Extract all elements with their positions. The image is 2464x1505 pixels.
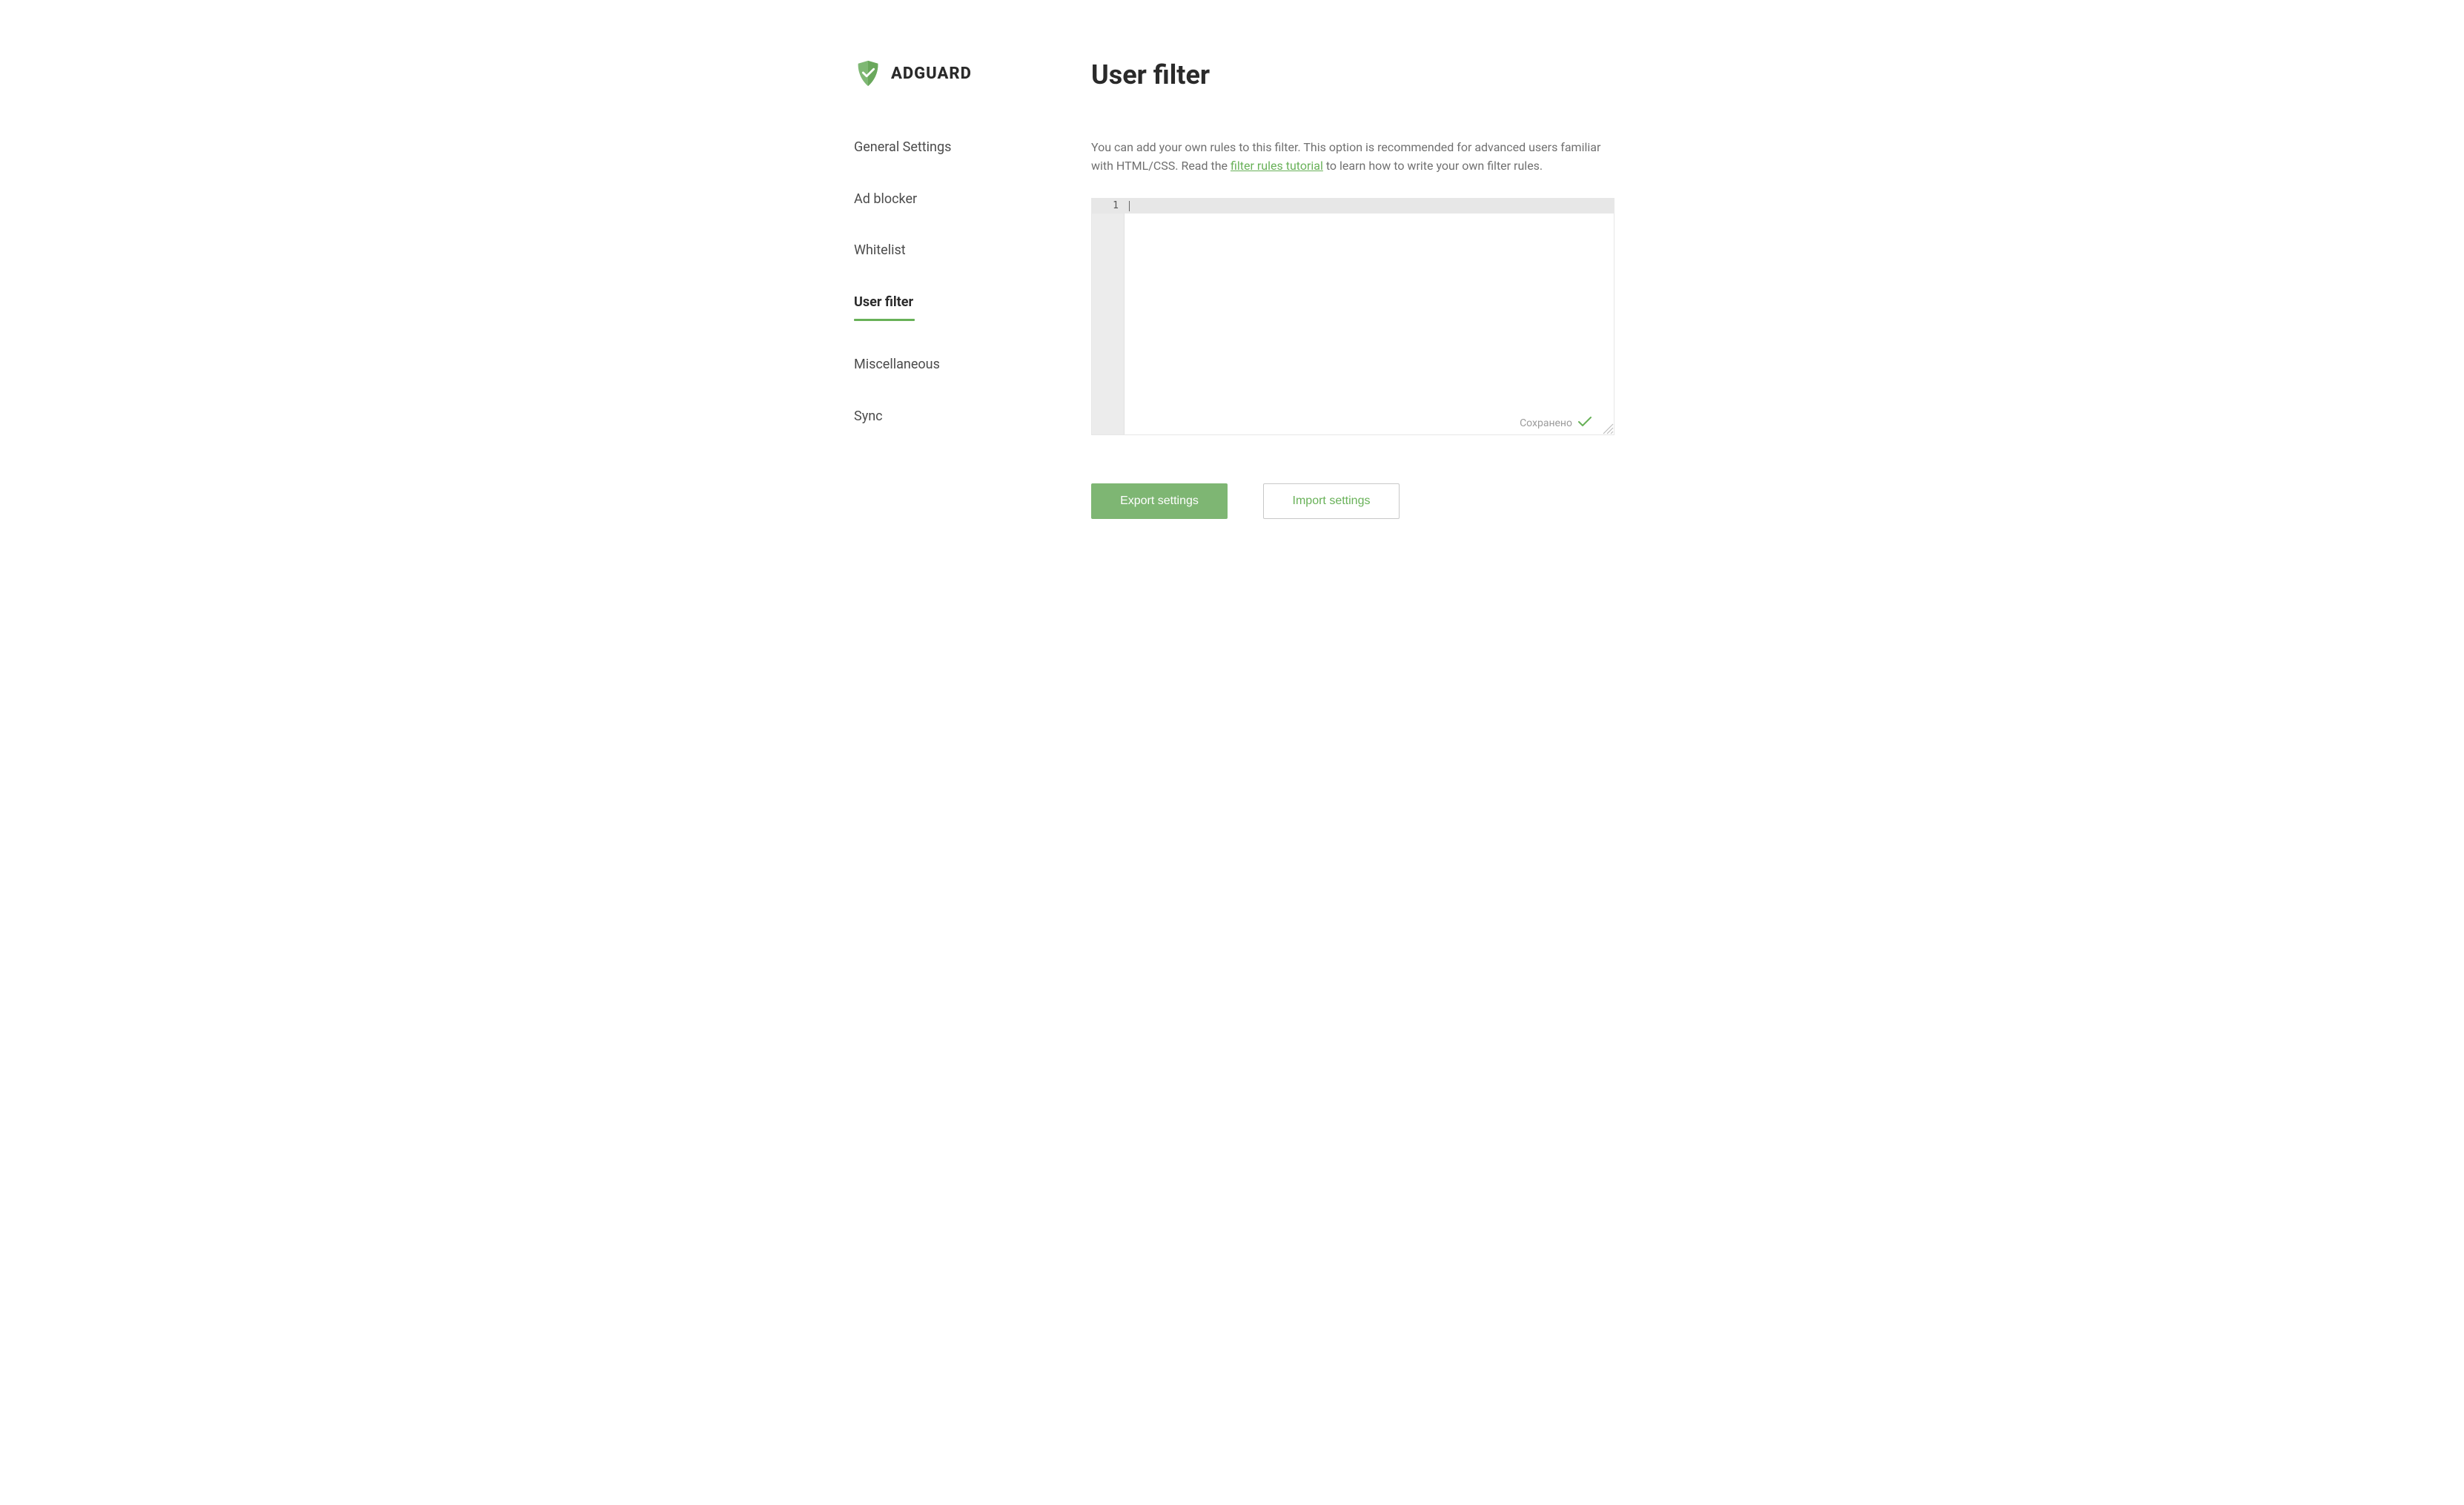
saved-label: Сохранено	[1520, 417, 1572, 429]
sidebar-item-label: User filter	[854, 294, 913, 310]
line-number: 1	[1092, 200, 1125, 211]
sidebar-item-miscellaneous[interactable]: Miscellaneous	[854, 357, 1076, 373]
editor-gutter	[1092, 199, 1125, 434]
filter-rules-tutorial-link[interactable]: filter rules tutorial	[1231, 159, 1323, 173]
sidebar-item-label: Miscellaneous	[854, 357, 940, 372]
sidebar-nav: General Settings Ad blocker Whitelist Us…	[854, 139, 1076, 425]
sidebar-item-label: Sync	[854, 408, 883, 424]
main-content: User filter You can add your own rules t…	[1091, 59, 1763, 519]
page-description: You can add your own rules to this filte…	[1091, 139, 1614, 176]
sidebar-item-label: General Settings	[854, 139, 951, 155]
rules-editor: 1 Сохранено	[1091, 198, 1614, 435]
sidebar-item-label: Whitelist	[854, 242, 906, 258]
rules-textarea[interactable]	[1125, 214, 1614, 434]
brand-name: ADGUARD	[891, 64, 972, 83]
sidebar-item-userfilter[interactable]: User filter	[854, 294, 1076, 322]
sidebar-item-whitelist[interactable]: Whitelist	[854, 242, 1076, 259]
sidebar-item-sync[interactable]: Sync	[854, 408, 1076, 425]
brand-logo: ADGUARD	[854, 59, 1076, 87]
import-settings-button[interactable]: Import settings	[1263, 483, 1400, 519]
check-icon	[1578, 417, 1592, 430]
active-underline	[854, 319, 915, 321]
description-text-post: to learn how to write your own filter ru…	[1323, 159, 1543, 173]
text-cursor	[1129, 201, 1130, 211]
sidebar-item-label: Ad blocker	[854, 191, 917, 207]
sidebar-item-adblocker[interactable]: Ad blocker	[854, 191, 1076, 208]
shield-check-icon	[854, 59, 882, 87]
page-title: User filter	[1091, 59, 1614, 90]
resize-handle-icon[interactable]	[1600, 421, 1614, 434]
editor-area	[1125, 199, 1614, 434]
editor-line-row: 1	[1092, 199, 1614, 214]
sidebar-item-general[interactable]: General Settings	[854, 139, 1076, 156]
export-settings-button[interactable]: Export settings	[1091, 483, 1228, 519]
saved-status: Сохранено	[1520, 417, 1592, 430]
settings-buttons: Export settings Import settings	[1091, 483, 1614, 519]
sidebar: ADGUARD General Settings Ad blocker Whit…	[701, 59, 1091, 519]
